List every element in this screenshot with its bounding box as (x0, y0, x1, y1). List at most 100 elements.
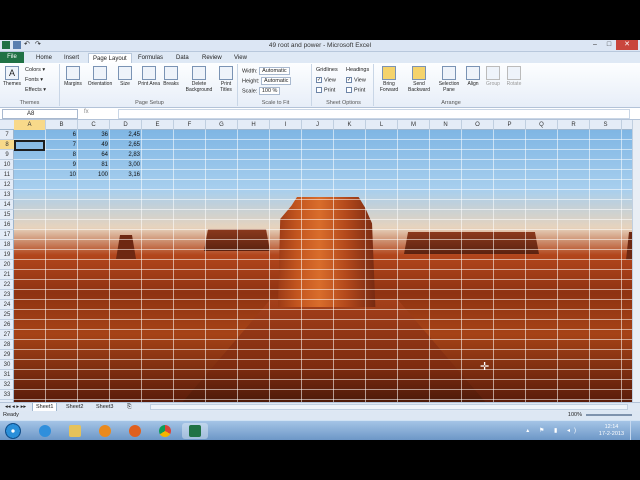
row-header[interactable]: 25 (0, 310, 14, 320)
name-box[interactable]: A8 (2, 109, 78, 119)
taskbar-ie[interactable] (32, 423, 58, 439)
send-backward-button[interactable]: Send Backward (406, 66, 432, 93)
column-header[interactable]: J (302, 120, 334, 130)
scale-spinner[interactable]: 100 % (258, 87, 281, 95)
taskbar-firefox[interactable] (122, 423, 148, 439)
taskbar-media-player[interactable] (92, 423, 118, 439)
system-tray-icons[interactable]: ▴ ⚑ ▮ ◂) (526, 427, 580, 434)
tab-data[interactable]: Data (172, 53, 193, 63)
row-header[interactable]: 10 (0, 160, 14, 170)
column-header[interactable]: R (558, 120, 590, 130)
effects-button[interactable]: Effects ▾ (25, 87, 46, 93)
cell-d-value[interactable]: 3,00 (110, 160, 142, 170)
row-header[interactable]: 7 (0, 130, 14, 140)
row-header[interactable]: 33 (0, 390, 14, 400)
row-header[interactable]: 19 (0, 250, 14, 260)
cell-d-value[interactable]: 2,65 (110, 140, 142, 150)
row-header[interactable]: 23 (0, 290, 14, 300)
row-header[interactable]: 16 (0, 220, 14, 230)
column-header[interactable]: K (334, 120, 366, 130)
size-button[interactable]: Size (116, 66, 134, 87)
fonts-button[interactable]: Fonts ▾ (25, 77, 43, 83)
row-header[interactable]: 27 (0, 330, 14, 340)
worksheet-grid[interactable]: ABCDEFGHIJKLMNOPQRS 7 8 9 10 11 12 13 14 15 16 17 1… (0, 120, 632, 402)
cell-b-value[interactable]: 10 (46, 170, 78, 180)
cell-d-value[interactable]: 2,83 (110, 150, 142, 160)
column-header[interactable]: I (270, 120, 302, 130)
headings-view-checkbox[interactable]: ✓ View (346, 77, 366, 83)
column-header[interactable]: Q (526, 120, 558, 130)
column-header[interactable]: O (462, 120, 494, 130)
row-header[interactable]: 29 (0, 350, 14, 360)
row-header[interactable]: 9 (0, 150, 14, 160)
group-button[interactable]: Group (484, 66, 502, 87)
row-header[interactable]: 12 (0, 180, 14, 190)
selected-cell[interactable] (14, 140, 45, 151)
column-header[interactable]: F (174, 120, 206, 130)
margins-button[interactable]: Margins (62, 66, 84, 87)
row-header[interactable]: 28 (0, 340, 14, 350)
gridlines-print-checkbox[interactable]: Print (316, 87, 335, 93)
cell-b-value[interactable]: 8 (46, 150, 78, 160)
column-header[interactable]: M (398, 120, 430, 130)
row-header[interactable]: 21 (0, 270, 14, 280)
row-header[interactable]: 24 (0, 300, 14, 310)
gridlines-view-checkbox[interactable]: ✓ View (316, 77, 336, 83)
row-header[interactable]: 20 (0, 260, 14, 270)
orientation-button[interactable]: Orientation (86, 66, 114, 87)
themes-button[interactable]: A Themes (1, 66, 23, 87)
cell-c-value[interactable]: 64 (78, 150, 110, 160)
tab-file[interactable]: File (0, 52, 24, 63)
minimize-button[interactable]: – (588, 40, 602, 50)
cell-c-value[interactable]: 49 (78, 140, 110, 150)
row-header[interactable]: 18 (0, 240, 14, 250)
column-header[interactable]: C (78, 120, 110, 130)
row-header[interactable]: 17 (0, 230, 14, 240)
selection-pane-button[interactable]: Selection Pane (436, 66, 462, 93)
tab-insert[interactable]: Insert (60, 53, 83, 63)
cell-c-value[interactable]: 100 (78, 170, 110, 180)
breaks-button[interactable]: Breaks (160, 66, 182, 87)
align-button[interactable]: Align (464, 66, 482, 87)
print-area-button[interactable]: Print Area (138, 66, 160, 87)
row-header[interactable]: 26 (0, 320, 14, 330)
row-header[interactable]: 11 (0, 170, 14, 180)
delete-background-button[interactable]: Delete Background (184, 66, 214, 93)
tab-home[interactable]: Home (32, 53, 56, 63)
row-header[interactable]: 22 (0, 280, 14, 290)
tab-review[interactable]: Review (198, 53, 226, 63)
column-header[interactable]: S (590, 120, 622, 130)
column-header[interactable]: H (238, 120, 270, 130)
cell-c-value[interactable]: 81 (78, 160, 110, 170)
tab-formulas[interactable]: Formulas (134, 53, 167, 63)
tab-page-layout[interactable]: Page Layout (88, 53, 132, 63)
horizontal-scrollbar[interactable] (150, 404, 628, 410)
clock[interactable]: 12:14 17-2-2013 (599, 424, 624, 438)
row-header[interactable]: 31 (0, 370, 14, 380)
formula-input[interactable] (118, 109, 630, 119)
cell-b-value[interactable]: 6 (46, 130, 78, 140)
row-header[interactable]: 30 (0, 360, 14, 370)
vertical-scrollbar[interactable] (632, 120, 640, 402)
row-header[interactable]: 13 (0, 190, 14, 200)
start-button[interactable] (2, 423, 24, 439)
cell-d-value[interactable]: 3,16 (110, 170, 142, 180)
show-desktop-button[interactable] (630, 421, 640, 441)
row-header[interactable]: 15 (0, 210, 14, 220)
taskbar-chrome[interactable] (152, 423, 178, 439)
column-header[interactable]: B (46, 120, 78, 130)
close-button[interactable]: ✕ (616, 40, 638, 50)
colors-button[interactable]: Colors ▾ (25, 67, 45, 73)
rotate-button[interactable]: Rotate (504, 66, 524, 87)
taskbar-excel[interactable] (182, 423, 208, 439)
bring-forward-button[interactable]: Bring Forward (376, 66, 402, 93)
taskbar-explorer[interactable] (62, 423, 88, 439)
column-header[interactable]: L (366, 120, 398, 130)
zoom-level[interactable]: 100% (568, 411, 582, 420)
headings-print-checkbox[interactable]: Print (346, 87, 365, 93)
tab-view[interactable]: View (230, 53, 251, 63)
maximize-button[interactable]: □ (602, 40, 616, 50)
row-header[interactable]: 8 (0, 140, 14, 150)
cell-b-value[interactable]: 7 (46, 140, 78, 150)
fx-icon[interactable]: fx (84, 109, 89, 115)
